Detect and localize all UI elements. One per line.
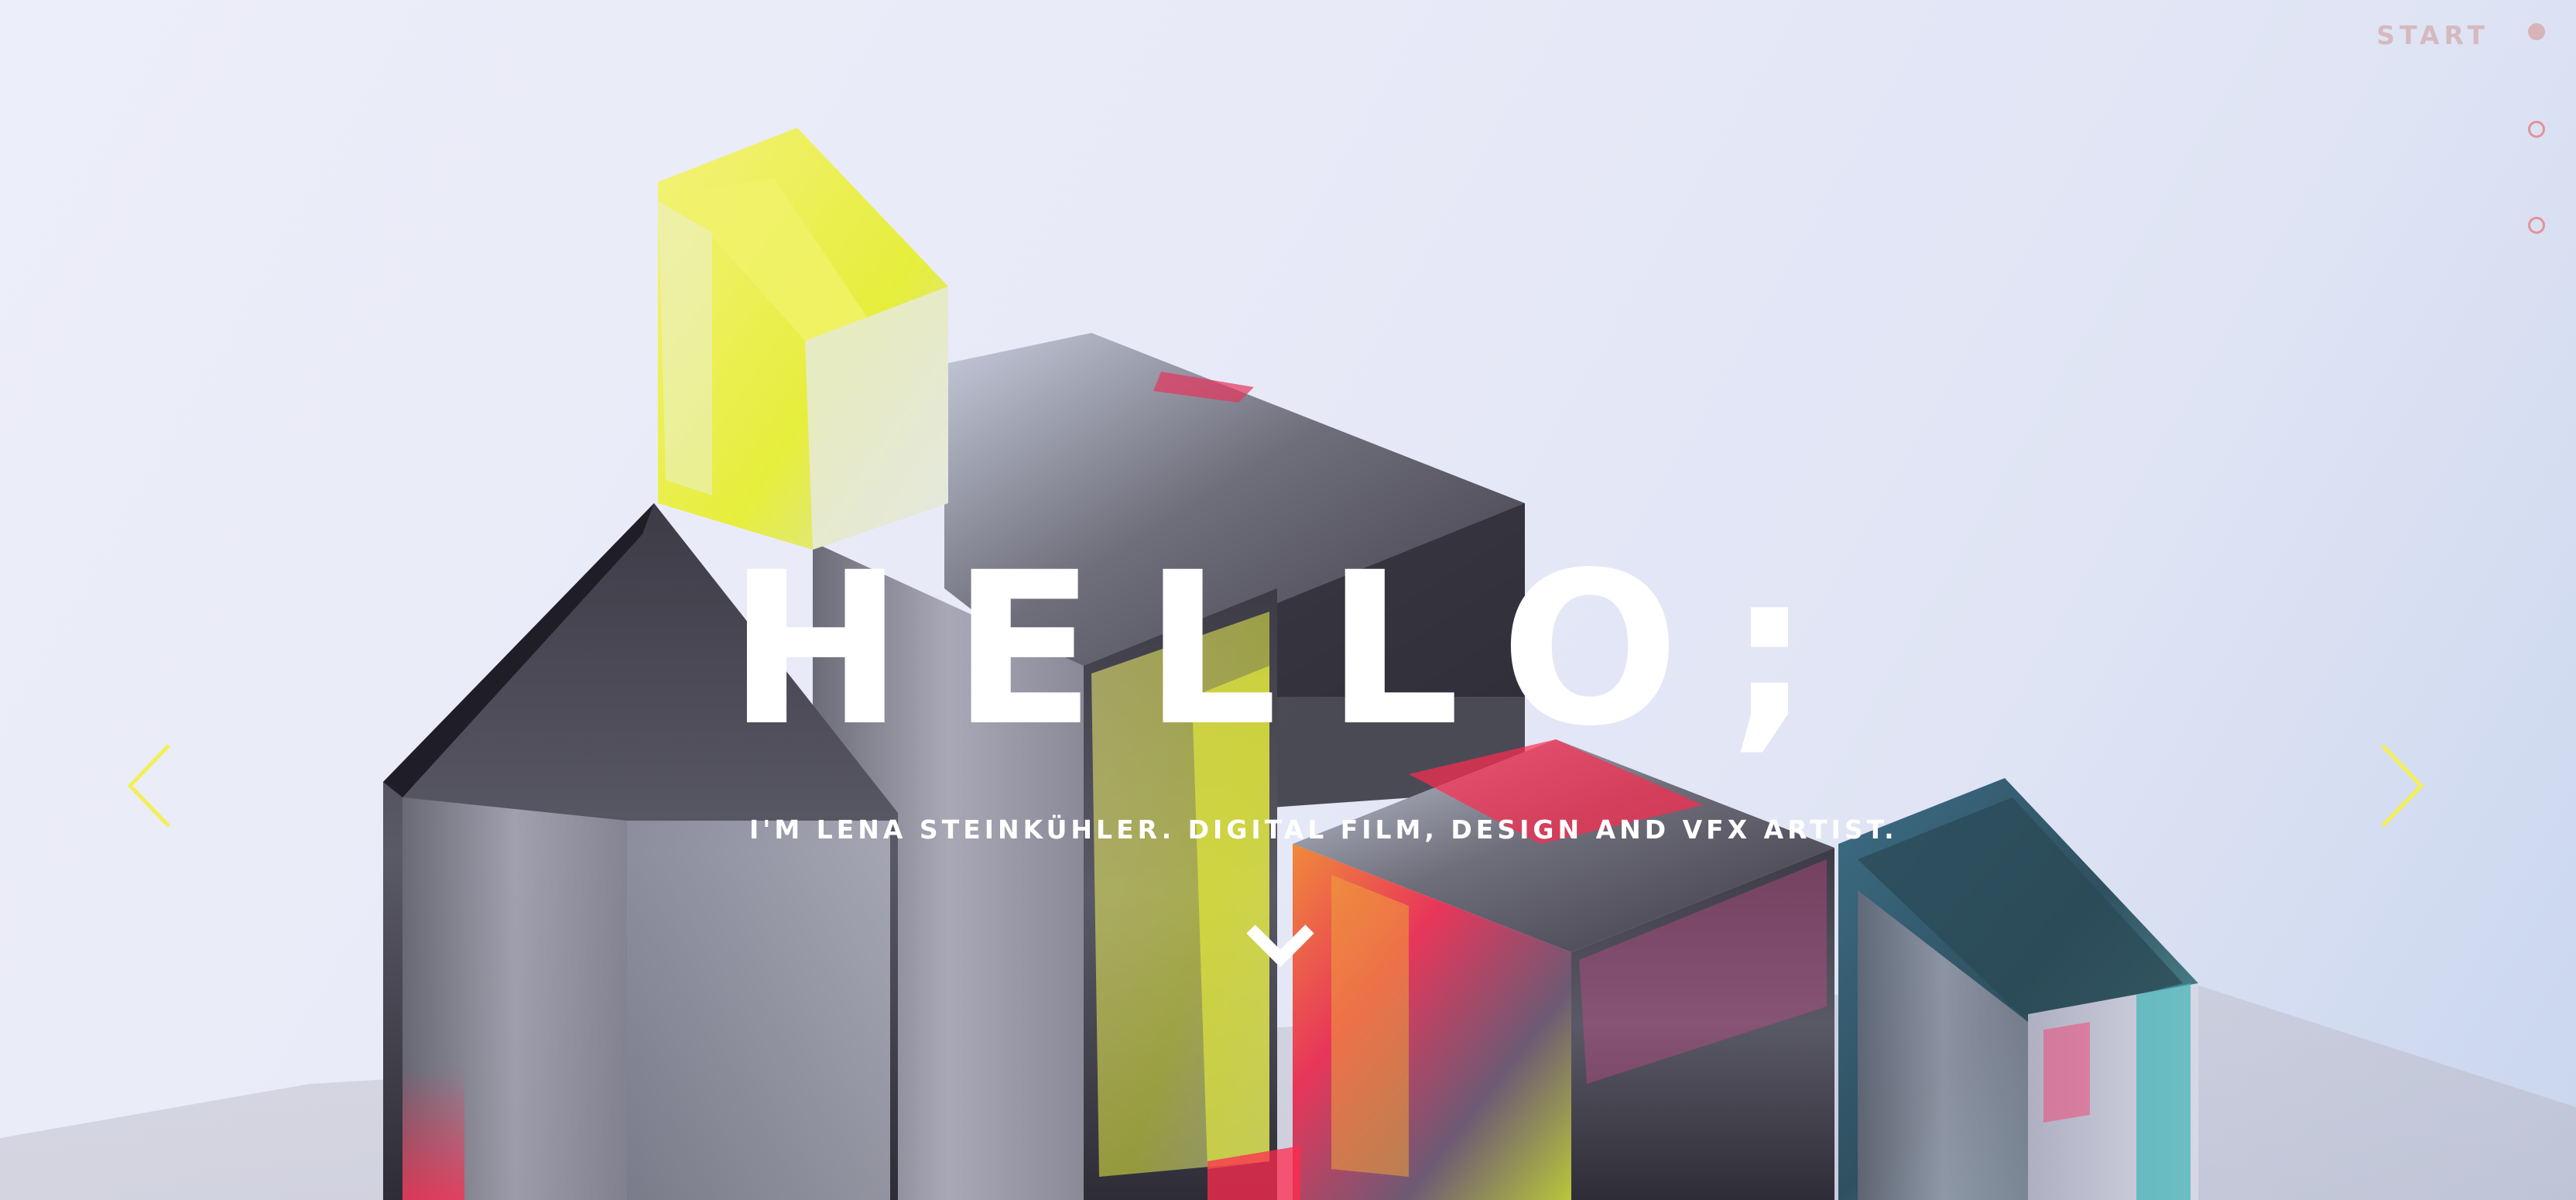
section-navigation: START (2266, 0, 2576, 248)
next-slide-button[interactable] (2373, 739, 2427, 832)
nav-dot-start[interactable] (2528, 23, 2545, 40)
previous-slide-button[interactable] (124, 739, 178, 832)
hero-title: HELLO; (728, 528, 1860, 773)
chevron-down-icon (1246, 924, 1314, 968)
chevron-left-icon (127, 744, 170, 828)
chevron-right-icon (2381, 744, 2424, 828)
scroll-down-button[interactable] (1243, 920, 1317, 971)
nav-dot-section-3[interactable] (2528, 217, 2545, 234)
nav-dot-section-2[interactable] (2528, 121, 2545, 138)
hero-subtitle: I'M LENA STEINKÜHLER. DIGITAL FILM, DESI… (749, 814, 1898, 845)
nav-active-section-label[interactable]: START (2376, 20, 2489, 50)
